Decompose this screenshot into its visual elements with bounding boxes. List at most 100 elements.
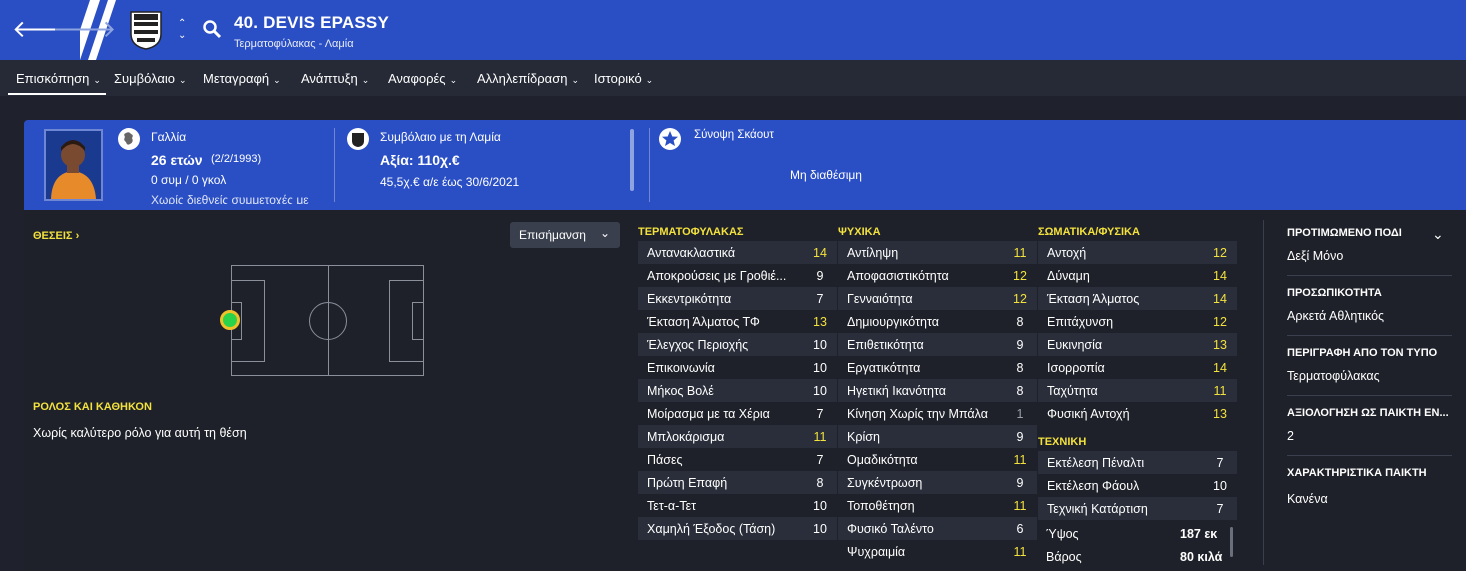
attribute-row[interactable]: Κρίση 9 [838, 425, 1037, 448]
attribute-row[interactable]: Κίνηση Χωρίς την Μπάλα 1 [838, 402, 1037, 425]
attribute-row[interactable]: Ηγετική Ικανότητα 8 [838, 379, 1037, 402]
attribute-name: Κίνηση Χωρίς την Μπάλα [847, 406, 988, 421]
nationality[interactable]: Γαλλία [151, 130, 186, 144]
attribute-row[interactable]: Μπλοκάρισμα 11 [638, 425, 837, 448]
menu-reports[interactable]: Αναφορές ⌄ [388, 71, 457, 86]
attribute-row[interactable]: Ισορροπία 14 [1038, 356, 1237, 379]
attribute-value: 11 [1013, 544, 1027, 559]
attribute-value: 8 [1016, 314, 1024, 329]
attribute-row[interactable]: Τοποθέτηση 11 [838, 494, 1037, 517]
mental-attributes: Αντίληψη 11 Αποφασιστικότητα 12 Γενναιότητα 1… [838, 241, 1037, 563]
attribute-name: Εκτέλεση Φάουλ [1047, 478, 1140, 493]
attribute-row[interactable]: Πάσες 7 [638, 448, 837, 471]
attribute-value: 14 [1213, 291, 1227, 306]
menu-overview[interactable]: Επισκόπηση ⌄ [16, 71, 101, 86]
attribute-row[interactable]: Χαμηλή Έξοδος (Τάση) 10 [638, 517, 837, 540]
attribute-value: 9 [1016, 475, 1024, 490]
attribute-row[interactable]: Εκτέλεση Φάουλ 10 [1038, 474, 1237, 497]
forward-arrow-icon[interactable]: 🡒 [52, 18, 116, 42]
attribute-name: Ισορροπία [1047, 360, 1105, 375]
attribute-name: Μήκος Βολέ [647, 383, 714, 398]
attribute-row[interactable]: Ευκινησία 13 [1038, 333, 1237, 356]
attribute-value: 1 [1016, 406, 1024, 421]
attribute-row[interactable]: Αντοχή 12 [1038, 241, 1237, 264]
chevron-down-icon[interactable]: ⌄ [1432, 226, 1444, 243]
attribute-row[interactable]: Εκτέλεση Πέναλτι 7 [1038, 451, 1237, 474]
attribute-name: Πάσες [647, 452, 683, 467]
star-icon [659, 128, 681, 150]
attribute-row[interactable]: Επιθετικότητα 9 [838, 333, 1037, 356]
chevron-down-icon: ⌄ [571, 75, 580, 85]
attribute-row[interactable]: Έκταση Άλματος ΤΦ 13 [638, 310, 837, 333]
club-crest-icon[interactable] [129, 8, 163, 50]
search-icon[interactable] [202, 19, 222, 39]
menu-history[interactable]: Ιστορικό ⌄ [594, 71, 653, 86]
attribute-name: Ομαδικότητα [847, 452, 918, 467]
attribute-row[interactable]: Φυσικό Ταλέντο 6 [838, 517, 1037, 540]
attribute-row[interactable]: Εκκεντρικότητα 7 [638, 287, 837, 310]
player-traits-value: Κανένα [1287, 492, 1328, 506]
attribute-row[interactable]: Δύναμη 14 [1038, 264, 1237, 287]
attribute-row[interactable]: Φυσική Αντοχή 13 [1038, 402, 1237, 425]
active-menu-underline [8, 93, 106, 95]
attribute-name: Ευκινησία [1047, 337, 1103, 352]
attribute-row[interactable]: Μοίρασμα με τα Χέρια 7 [638, 402, 837, 425]
player-subtitle[interactable]: Τερματοφύλακας - Λαμία [234, 38, 354, 50]
attribute-row[interactable]: Αποφασιστικότητα 12 [838, 264, 1037, 287]
attribute-row[interactable]: Ταχύτητα 11 [1038, 379, 1237, 402]
attribute-row[interactable]: Δημιουργικότητα 8 [838, 310, 1037, 333]
attribute-row[interactable]: Αντανακλαστικά 14 [638, 241, 837, 264]
attribute-row[interactable]: Εργατικότητα 8 [838, 356, 1037, 379]
attribute-name: Φυσική Αντοχή [1047, 406, 1130, 421]
attribute-value: 12 [1213, 314, 1227, 329]
attribute-name: Ψυχραιμία [847, 544, 906, 559]
highlight-dropdown[interactable]: Επισήμανση ⌄ [510, 222, 620, 248]
attribute-value: 7 [1216, 501, 1224, 516]
menu-interaction[interactable]: Αλληλεπίδραση ⌄ [477, 71, 579, 86]
attribute-value: 11 [1213, 383, 1227, 398]
nation-flag-icon[interactable] [118, 128, 140, 150]
attribute-row[interactable]: Έλεγχος Περιοχής 10 [638, 333, 837, 356]
attribute-value: 13 [813, 314, 827, 329]
positions-link[interactable]: ΘΕΣΕΙΣ › [33, 230, 79, 242]
attribute-row[interactable]: Επικοινωνία 10 [638, 356, 837, 379]
attribute-row[interactable]: Ψυχραιμία 11 [838, 540, 1037, 563]
height-label: Ύψος [1046, 527, 1079, 541]
panel-scrollbar[interactable] [630, 129, 634, 191]
attribute-name: Δύναμη [1047, 268, 1090, 283]
wage-contract: 45,5χ.€ α/ε έως 30/6/2021 [380, 175, 520, 189]
contract-title[interactable]: Συμβόλαιο με τη Λαμία [380, 130, 501, 144]
attribute-row[interactable]: Ομαδικότητα 11 [838, 448, 1037, 471]
info-separator [1287, 275, 1452, 276]
menu-transfer[interactable]: Μεταγραφή ⌄ [203, 71, 281, 86]
attribute-value: 12 [1213, 245, 1227, 260]
attribute-value: 12 [1013, 291, 1027, 306]
attribute-value: 10 [813, 360, 827, 375]
menu-development[interactable]: Ανάπτυξη ⌄ [301, 71, 369, 86]
attribute-row[interactable]: Αποκρούσεις με Γροθιέ... 9 [638, 264, 837, 287]
title-bar: 🡐 🡒 ⌃ ⌄ 40. DEVIS EPASSY Τερματοφύλακας -… [0, 0, 1466, 60]
pitch-centre-circle [309, 302, 347, 340]
attribute-row[interactable]: Γενναιότητα 12 [838, 287, 1037, 310]
attribute-value: 9 [1016, 429, 1024, 444]
goalkeeper-position-marker[interactable] [220, 310, 240, 330]
attribute-name: Αντανακλαστικά [647, 245, 736, 260]
attribute-name: Χαμηλή Έξοδος (Τάση) [647, 521, 776, 536]
info-separator [1287, 395, 1452, 396]
attribute-row[interactable]: Τετ-α-Τετ 10 [638, 494, 837, 517]
attribute-value: 14 [1213, 268, 1227, 283]
attribute-name: Δημιουργικότητα [847, 314, 939, 329]
attribute-name: Συγκέντρωση [847, 475, 923, 490]
attribute-row[interactable]: Έκταση Άλματος 14 [1038, 287, 1237, 310]
menu-contract[interactable]: Συμβόλαιο ⌄ [114, 71, 187, 86]
attribute-row[interactable]: Συγκέντρωση 9 [838, 471, 1037, 494]
attribute-row[interactable]: Αντίληψη 11 [838, 241, 1037, 264]
attribute-row[interactable]: Επιτάχυνση 12 [1038, 310, 1237, 333]
player-switch-icon[interactable]: ⌃ ⌄ [178, 18, 186, 42]
attribute-row[interactable]: Πρώτη Επαφή 8 [638, 471, 837, 494]
attribute-name: Εκτέλεση Πέναλτι [1047, 455, 1145, 470]
attribute-value: 13 [1213, 406, 1227, 421]
attribute-row[interactable]: Τεχνική Κατάρτιση 7 [1038, 497, 1237, 520]
attribute-row[interactable]: Μήκος Βολέ 10 [638, 379, 837, 402]
height-weight-scrollbar[interactable] [1230, 527, 1233, 557]
